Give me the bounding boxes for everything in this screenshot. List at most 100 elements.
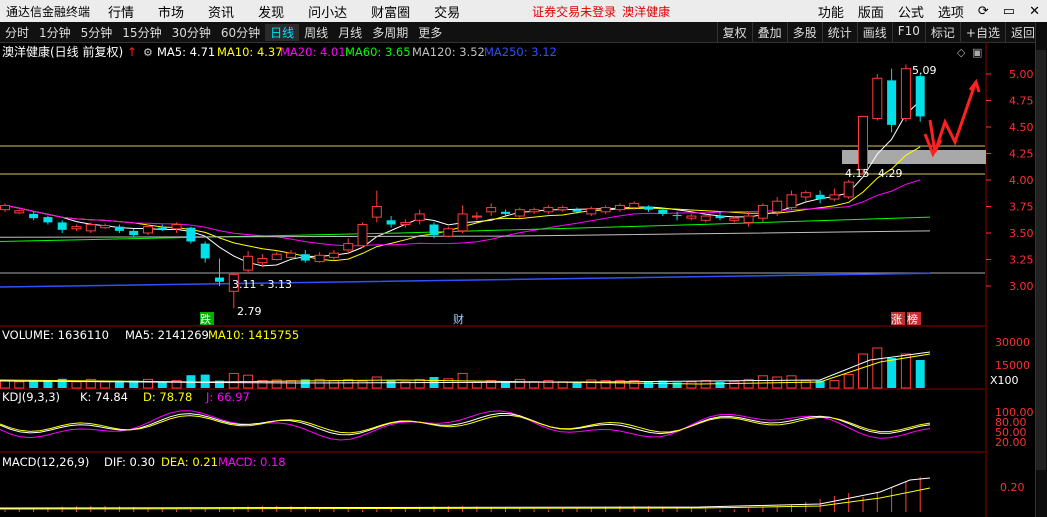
settings-icon[interactable]: ⚙ — [143, 46, 153, 59]
finance-marker: 财 — [453, 312, 464, 326]
candle-body — [243, 255, 254, 271]
period-5min[interactable]: 5分钟 — [76, 24, 118, 41]
period-monthly[interactable]: 月线 — [333, 24, 367, 41]
candle-body — [157, 227, 167, 230]
app-title: 通达信金融终端 — [6, 4, 91, 19]
menu-wealth[interactable]: 财富圈 — [359, 2, 422, 21]
volume-bar — [286, 380, 296, 389]
btn-multistock[interactable]: 多股 — [786, 22, 822, 42]
btn-draw[interactable]: 画线 — [856, 22, 892, 42]
candle-body — [743, 215, 754, 223]
kline-chart[interactable]: 澳洋健康(日线 前复权) ↑ ⚙ MA5: 4.71 MA10: 4.37 MA… — [0, 42, 1035, 517]
ma250-label: MA250: 3.12 — [484, 45, 557, 59]
volume-bar — [471, 381, 482, 389]
volume-bar — [200, 374, 210, 388]
candle-body — [200, 243, 210, 259]
btn-add-favorite[interactable]: +自选 — [959, 22, 1005, 42]
candle-body — [686, 215, 697, 219]
candle-body — [57, 222, 67, 230]
candle-body — [271, 253, 282, 260]
candle-body — [858, 115, 868, 170]
macd-dea: DEA: 0.21 — [161, 455, 218, 469]
macd-value: MACD: 0.18 — [218, 455, 286, 469]
btn-adjust[interactable]: 复权 — [716, 22, 752, 42]
volume-ma5: MA5: 2141269 — [125, 328, 209, 342]
macd-dif: DIF: 0.30 — [104, 455, 155, 469]
kdj-d: D: 78.78 — [143, 390, 192, 404]
btn-mark[interactable]: 标记 — [924, 22, 960, 42]
low-label: 2.79 — [237, 305, 262, 318]
volume-bar — [729, 381, 740, 389]
volume-bar — [900, 353, 911, 389]
period-60min[interactable]: 60分钟 — [216, 24, 265, 41]
menu-formula[interactable]: 公式 — [891, 2, 931, 21]
btn-f10[interactable]: F10 — [891, 22, 925, 42]
period-intraday[interactable]: 分时 — [0, 24, 34, 41]
menu-market[interactable]: 市场 — [146, 2, 196, 21]
candle-body — [129, 230, 139, 236]
kdj-tick-20: 20.00 — [995, 436, 1027, 449]
candle-body — [786, 194, 797, 209]
volume-bar — [715, 381, 725, 388]
candle-body — [457, 213, 468, 232]
price-tick-label: 5.00 — [1009, 68, 1034, 81]
candle-body — [400, 221, 411, 226]
candle-body — [215, 277, 224, 282]
candle-body — [314, 254, 325, 263]
volume-bar — [357, 380, 368, 389]
menu-options[interactable]: 选项 — [931, 2, 971, 21]
price-tick-label: 4.00 — [1009, 174, 1034, 187]
login-warning[interactable]: 证券交易未登录 — [532, 3, 616, 20]
candle-body — [471, 215, 482, 218]
volume-tick-2: 15000 — [995, 359, 1030, 372]
period-15min[interactable]: 15分钟 — [117, 24, 166, 41]
maximize-icon[interactable]: ▣ — [972, 46, 982, 59]
period-daily[interactable]: 日线 — [265, 23, 300, 41]
candle-body — [644, 206, 653, 210]
ma-lines — [0, 100, 931, 288]
btn-overlay[interactable]: 叠加 — [751, 22, 787, 42]
scrollbar[interactable] — [1036, 50, 1046, 470]
period-30min[interactable]: 30分钟 — [167, 24, 216, 41]
candle-body — [171, 224, 182, 230]
menu-layout[interactable]: 版面 — [851, 2, 891, 21]
candle-body — [915, 76, 925, 117]
candle-body — [29, 213, 39, 219]
candle-body — [700, 215, 711, 221]
period-multi[interactable]: 多周期 — [367, 24, 413, 41]
close-icon[interactable]: ✕ — [1022, 4, 1047, 19]
volume-bar — [0, 380, 10, 389]
period-toolbar: 分时 1分钟 5分钟 15分钟 30分钟 60分钟 日线 周线 月线 多周期 更… — [0, 22, 1040, 43]
btn-stats[interactable]: 统计 — [821, 22, 857, 42]
price-tick-label: 4.25 — [1009, 148, 1034, 161]
period-1min[interactable]: 1分钟 — [34, 24, 76, 41]
diamond-icon[interactable]: ◇ — [957, 46, 966, 59]
volume-bar — [872, 347, 883, 389]
candle-body — [572, 209, 582, 212]
candle-body — [43, 217, 53, 223]
candle-body — [729, 217, 740, 221]
period-weekly[interactable]: 周线 — [299, 24, 333, 41]
candle-body — [343, 243, 354, 251]
price-title: 澳洋健康(日线 前复权) — [2, 44, 123, 59]
menu-function[interactable]: 功能 — [811, 2, 851, 21]
macd-dea-line — [0, 487, 931, 510]
candle-body — [71, 226, 82, 230]
menu-ask[interactable]: 问小达 — [296, 2, 359, 21]
candle-body — [800, 192, 811, 198]
menu-trade[interactable]: 交易 — [422, 2, 472, 21]
volume-bar — [786, 375, 797, 389]
minimize-icon[interactable]: ▭ — [996, 4, 1022, 19]
candle-body — [501, 211, 510, 214]
refresh-icon[interactable]: ⟳ — [971, 4, 996, 19]
candle-body — [286, 252, 296, 258]
candle-body — [900, 68, 911, 120]
candle-body — [629, 202, 640, 209]
menu-news[interactable]: 资讯 — [196, 2, 246, 21]
menu-discover[interactable]: 发现 — [246, 2, 296, 21]
candle-body — [328, 252, 339, 258]
period-more[interactable]: 更多 — [413, 24, 447, 41]
price-tick-label: 3.00 — [1009, 280, 1034, 293]
candle-body — [757, 204, 768, 219]
menu-quotes[interactable]: 行情 — [96, 2, 146, 21]
